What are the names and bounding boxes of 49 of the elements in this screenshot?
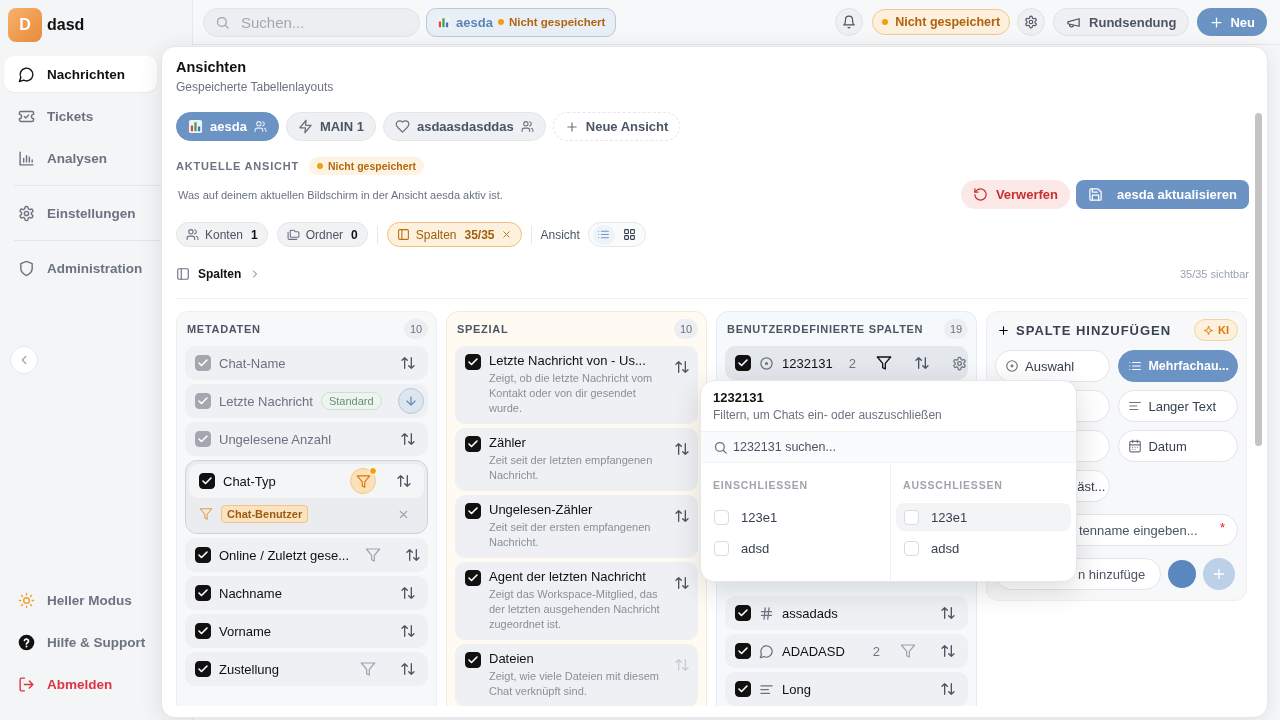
popover-title: 1232131	[713, 390, 765, 406]
app-logo: D	[8, 8, 42, 42]
column-name: Ungelesen-Zähler	[489, 502, 594, 517]
column-name: Long	[782, 681, 811, 697]
column-name: Online / Zuletzt gese...	[219, 547, 350, 563]
workspace-name: dasd	[47, 16, 85, 34]
column-name: Nachname	[219, 585, 282, 601]
section-heading: AUSSCHLIESSEN	[902, 479, 1004, 491]
visible-count: 35/35 sichtbar	[1179, 268, 1249, 280]
column-name: Dateien	[489, 651, 535, 666]
breadcrumb: Spalten	[198, 267, 242, 281]
group-count: 10	[404, 319, 428, 339]
panel-title: Ansichten	[176, 58, 248, 77]
filter-count: 2	[872, 643, 880, 659]
group-title: BENUTZERDEFINIERTE SPALTEN	[727, 323, 924, 335]
unsaved-badge: Nicht gespeichert	[872, 9, 1011, 35]
column-name: Vorname	[219, 623, 272, 639]
required-mark: *	[1219, 520, 1225, 535]
column-name: ADADASD	[782, 643, 845, 659]
column-description: Zeit seit der ersten empfangenen Nachricht.	[489, 520, 652, 550]
default-badge: Standard	[320, 392, 382, 410]
filter-count: 2	[848, 355, 856, 371]
add-column-title: SPALTE HINZUFÜGEN	[1016, 322, 1172, 338]
column-description: Zeigt das Workspace-Mitglied, das der letzten ausgehenden Nachricht zugeordnet ist.	[489, 587, 661, 632]
group-count: 19	[944, 319, 968, 339]
group-count: 10	[674, 319, 698, 339]
section-heading: AKTUELLE ANSICHT	[176, 160, 299, 172]
column-name: assadads	[782, 605, 838, 621]
popover-subtitle: Filtern, um Chats ein- oder auszuschließen	[713, 407, 943, 423]
panel-subtitle: Gespeicherte Tabellenlayouts	[176, 79, 335, 95]
column-name: Zähler	[489, 435, 527, 450]
group-title: SPEZIAL	[457, 323, 509, 335]
column-name: Letzte Nachricht von - Us...	[489, 353, 647, 368]
filter-tag: Chat-Benutzer	[221, 505, 309, 523]
column-description: Zeigt, wie viele Dateien mit diesem Chat verknüpft sind.	[489, 669, 660, 699]
unsaved-badge: Nicht gespeichert	[309, 157, 425, 175]
section-heading: EINSCHLIESSEN	[712, 479, 809, 491]
column-name: 1232131	[782, 355, 833, 371]
column-name: Chat-Typ	[223, 473, 276, 489]
view-description: Was auf deinem aktuellen Bildschirm in der Ansicht aesda aktiv ist.	[177, 188, 504, 201]
column-description: Zeigt, ob die letzte Nachricht vom Kontakt oder von dir gesendet wurde.	[489, 371, 654, 416]
column-name: Letzte Nachricht	[219, 393, 313, 409]
group-title: METADATEN	[187, 323, 261, 335]
display-label: Ansicht	[540, 227, 580, 242]
column-name: Chat-Name	[219, 355, 286, 371]
column-description: Zeit seit der letzten empfangenen Nachricht.	[489, 453, 654, 483]
column-name: Agent der letzten Nachricht	[489, 569, 647, 584]
column-name: Ungelesene Anzahl	[219, 431, 332, 447]
column-name: Zustellung	[219, 661, 279, 677]
